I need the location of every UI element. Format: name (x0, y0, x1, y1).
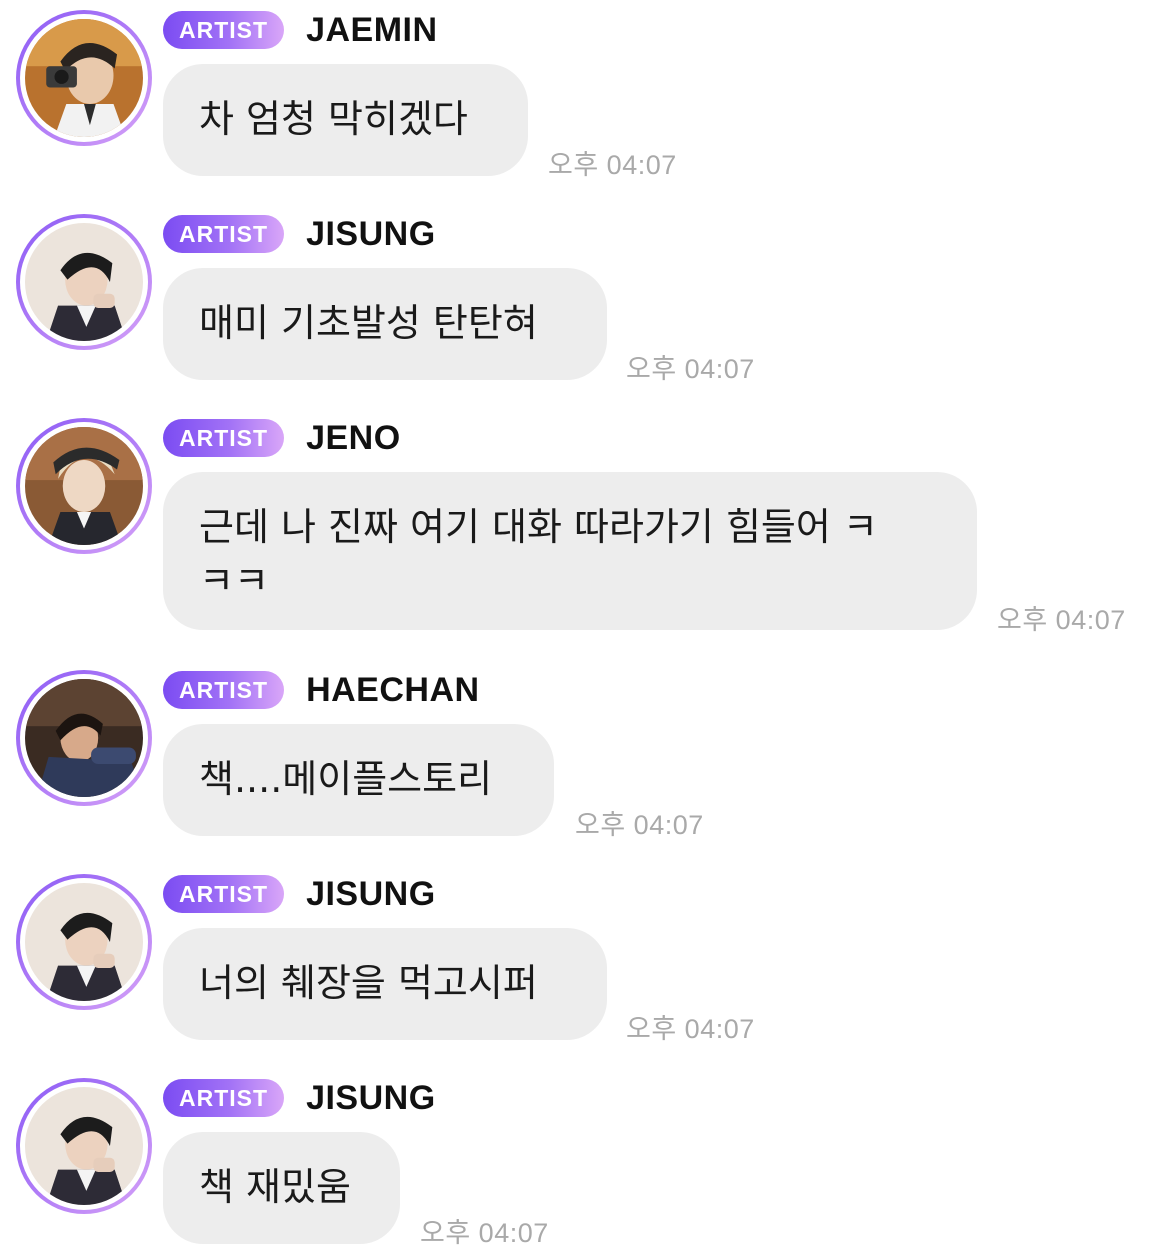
message-time: 오후 04:07 (997, 605, 1126, 635)
profile-photo-icon (25, 883, 143, 1001)
artist-badge: ARTIST (163, 11, 285, 49)
message-bubble[interactable]: 근데 나 진짜 여기 대화 따라가기 힘들어 ㅋ ㅋㅋ (163, 472, 977, 630)
message-item: ARTIST HAECHAN 책....메이플스토리 오후 04:07 (0, 660, 1170, 850)
message-time: 오후 04:07 (575, 810, 704, 840)
profile-photo-icon (25, 1087, 143, 1205)
artist-badge: ARTIST (163, 875, 285, 913)
avatar[interactable] (16, 670, 152, 806)
message-header: ARTIST JISUNG (163, 874, 436, 914)
message-bubble[interactable]: 너의 췌장을 먹고시퍼 (163, 928, 607, 1040)
sender-name: HAECHAN (306, 670, 480, 709)
message-bubble[interactable]: 매미 기초발성 탄탄혀 (163, 268, 607, 380)
sender-name: JENO (306, 418, 401, 457)
sender-name: JISUNG (306, 214, 436, 253)
sender-name: JISUNG (306, 874, 436, 913)
message-time: 오후 04:07 (626, 354, 755, 384)
message-bubble[interactable]: 책....메이플스토리 (163, 724, 554, 836)
profile-photo-icon (25, 679, 143, 797)
avatar[interactable] (16, 418, 152, 554)
avatar[interactable] (16, 1078, 152, 1214)
message-bubble[interactable]: 차 엄청 막히겠다 (163, 64, 528, 176)
sender-name: JISUNG (306, 1078, 436, 1117)
chat-thread: ARTIST JAEMIN 차 엄청 막히겠다 오후 04:07 ARTIST … (0, 0, 1170, 1248)
artist-badge: ARTIST (163, 1079, 285, 1117)
message-time: 오후 04:07 (420, 1218, 549, 1248)
artist-badge: ARTIST (163, 419, 285, 457)
message-item: ARTIST JENO 근데 나 진짜 여기 대화 따라가기 힘들어 ㅋ ㅋㅋ … (0, 408, 1170, 648)
message-item: ARTIST JISUNG 너의 췌장을 먹고시퍼 오후 04:07 (0, 864, 1170, 1054)
message-bubble[interactable]: 책 재밌움 (163, 1132, 400, 1244)
message-item: ARTIST JISUNG 매미 기초발성 탄탄혀 오후 04:07 (0, 204, 1170, 394)
message-header: ARTIST JENO (163, 418, 401, 458)
message-header: ARTIST HAECHAN (163, 670, 480, 710)
message-header: ARTIST JISUNG (163, 1078, 436, 1118)
message-header: ARTIST JAEMIN (163, 10, 438, 50)
message-item: ARTIST JISUNG 책 재밌움 오후 04:07 (0, 1068, 1170, 1248)
message-time: 오후 04:07 (548, 150, 677, 180)
avatar[interactable] (16, 214, 152, 350)
message-header: ARTIST JISUNG (163, 214, 436, 254)
profile-photo-icon (25, 223, 143, 341)
message-item: ARTIST JAEMIN 차 엄청 막히겠다 오후 04:07 (0, 0, 1170, 190)
artist-badge: ARTIST (163, 671, 285, 709)
avatar[interactable] (16, 10, 152, 146)
message-time: 오후 04:07 (626, 1014, 755, 1044)
profile-photo-icon (25, 427, 143, 545)
avatar[interactable] (16, 874, 152, 1010)
profile-photo-icon (25, 19, 143, 137)
sender-name: JAEMIN (306, 10, 438, 49)
artist-badge: ARTIST (163, 215, 285, 253)
